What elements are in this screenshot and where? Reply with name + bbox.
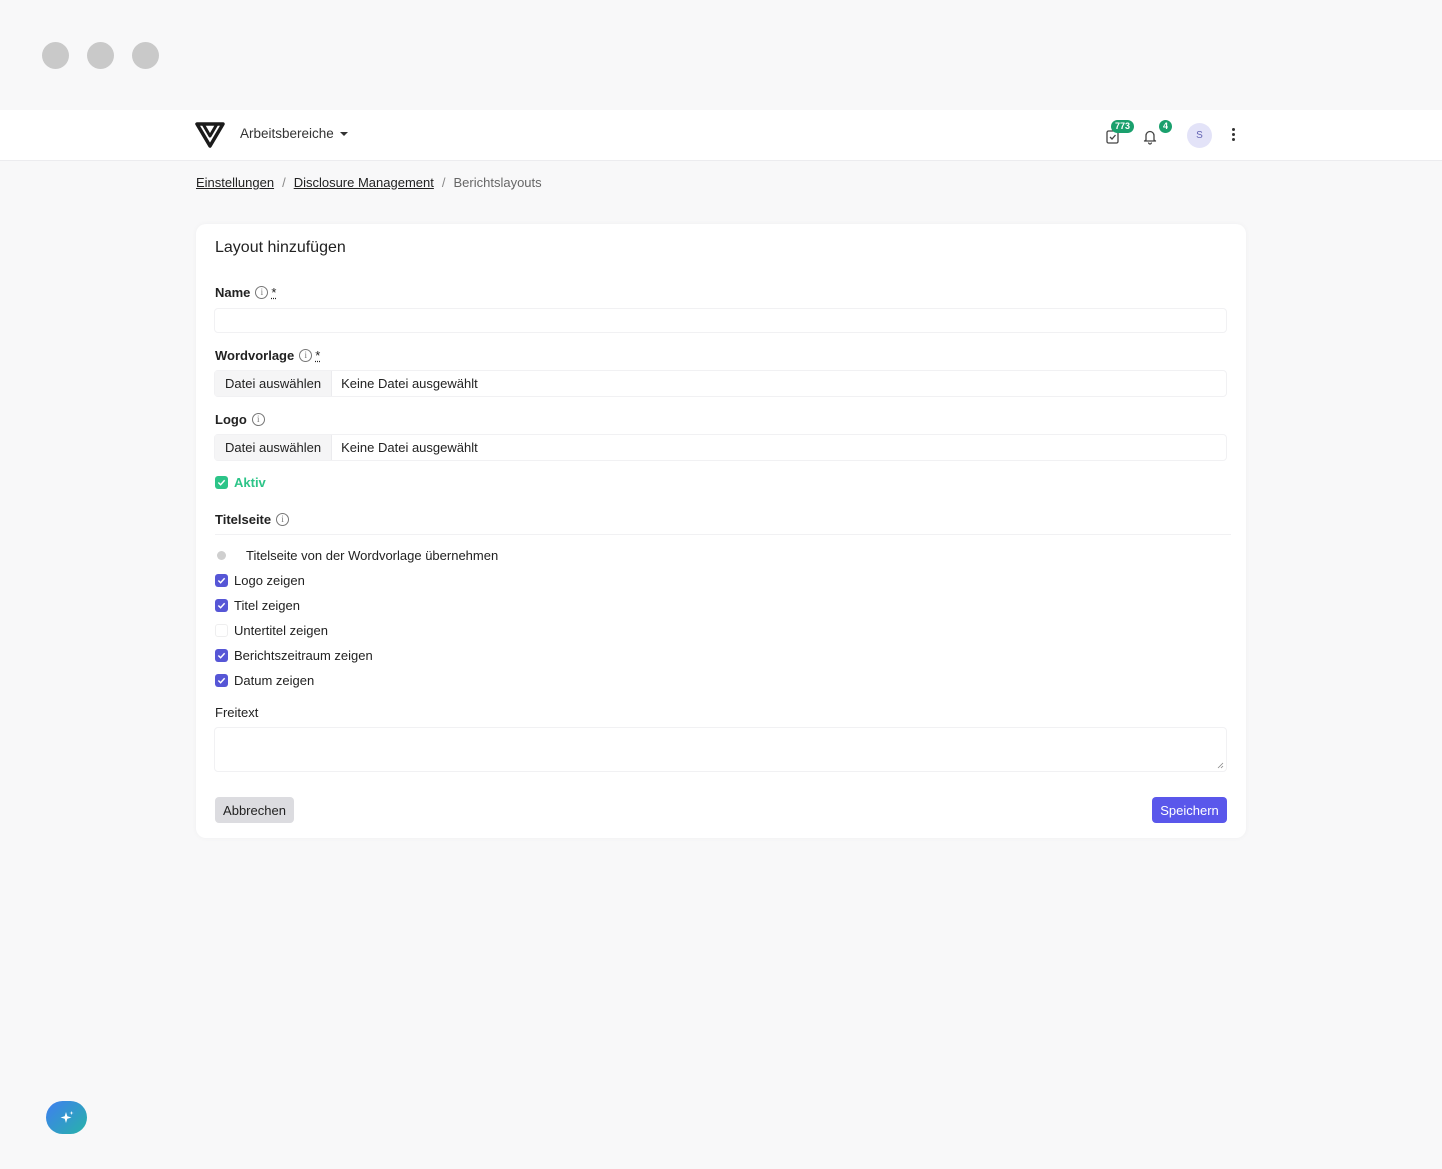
required-marker: * — [315, 348, 321, 363]
freitext-textarea[interactable] — [214, 727, 1227, 772]
aktiv-toggle[interactable]: Aktiv — [215, 475, 266, 490]
layout-form-card: Layout hinzufügen Name i * Wordvorlage i… — [196, 224, 1246, 838]
breadcrumb: Einstellungen / Disclosure Management / … — [196, 175, 542, 190]
wordvorlage-choose-file-button[interactable]: Datei auswählen — [215, 371, 333, 396]
ai-assistant-button[interactable] — [46, 1101, 87, 1134]
check-icon — [217, 602, 226, 609]
name-input[interactable] — [214, 308, 1227, 333]
workspace-dropdown[interactable]: Arbeitsbereiche — [240, 126, 348, 141]
window-close-dot[interactable] — [42, 42, 69, 69]
berichtszeitraum-zeigen-checkbox[interactable] — [215, 649, 228, 662]
info-icon[interactable]: i — [251, 413, 265, 426]
bell-icon[interactable] — [1140, 126, 1160, 146]
option-logo-zeigen[interactable]: Logo zeigen — [215, 573, 305, 588]
logo-file-name: Keine Datei ausgewählt — [341, 440, 478, 455]
logo-zeigen-checkbox[interactable] — [215, 574, 228, 587]
wordvorlage-label: Wordvorlage i * — [215, 348, 320, 363]
titelseite-radio-label: Titelseite von der Wordvorlage übernehme… — [246, 548, 499, 563]
sparkle-icon — [60, 1110, 74, 1123]
datum-zeigen-label: Datum zeigen — [234, 673, 315, 688]
titelseite-label: Titelseite i — [215, 512, 290, 527]
top-navbar: Arbeitsbereiche 773 4 S — [0, 110, 1442, 161]
window-minimize-dot[interactable] — [87, 42, 114, 69]
untertitel-zeigen-label: Untertitel zeigen — [234, 623, 328, 638]
logo-file-input[interactable]: Datei auswählen Keine Datei ausgewählt — [214, 434, 1227, 461]
wordvorlage-file-name: Keine Datei ausgewählt — [341, 376, 478, 391]
logo-label: Logo i — [215, 412, 265, 427]
untertitel-zeigen-checkbox[interactable] — [215, 624, 228, 637]
wordvorlage-file-input[interactable]: Datei auswählen Keine Datei ausgewählt — [214, 370, 1227, 397]
brand-logo-icon[interactable] — [195, 120, 225, 148]
titel-zeigen-checkbox[interactable] — [215, 599, 228, 612]
titelseite-label-text: Titelseite — [215, 512, 272, 527]
kebab-menu-icon[interactable] — [1230, 127, 1236, 143]
notifications-count-badge: 4 — [1159, 120, 1173, 133]
breadcrumb-separator: / — [282, 175, 286, 190]
option-datum-zeigen[interactable]: Datum zeigen — [215, 673, 314, 688]
option-untertitel-zeigen[interactable]: Untertitel zeigen — [215, 623, 328, 638]
datum-zeigen-checkbox[interactable] — [215, 674, 228, 687]
option-berichtszeitraum-zeigen[interactable]: Berichtszeitraum zeigen — [215, 648, 373, 663]
window-maximize-dot[interactable] — [132, 42, 159, 69]
workspace-label: Arbeitsbereiche — [240, 126, 334, 141]
page-title: Layout hinzufügen — [215, 239, 346, 256]
titelseite-radio-option[interactable]: Titelseite von der Wordvorlage übernehme… — [215, 548, 498, 563]
titelseite-radio[interactable] — [217, 551, 226, 560]
info-icon[interactable]: i — [299, 349, 313, 362]
logo-choose-file-button[interactable]: Datei auswählen — [215, 435, 333, 460]
aktiv-label: Aktiv — [234, 475, 266, 490]
tasks-count-badge: 773 — [1111, 120, 1135, 133]
check-icon — [217, 652, 226, 659]
berichtszeitraum-zeigen-label: Berichtszeitraum zeigen — [234, 648, 373, 663]
breadcrumb-separator: / — [441, 175, 446, 190]
window-controls — [42, 42, 159, 69]
save-button[interactable]: Speichern — [1152, 797, 1227, 823]
breadcrumb-current: Berichtslayouts — [453, 175, 542, 190]
option-titel-zeigen[interactable]: Titel zeigen — [215, 598, 300, 613]
check-icon — [217, 577, 226, 584]
info-icon[interactable]: i — [276, 513, 290, 526]
logo-zeigen-label: Logo zeigen — [234, 573, 305, 588]
breadcrumb-link-disclosure-management[interactable]: Disclosure Management — [294, 175, 434, 190]
check-icon — [217, 677, 226, 684]
name-label-text: Name — [215, 285, 251, 300]
freitext-label: Freitext — [215, 705, 259, 720]
wordvorlage-label-text: Wordvorlage — [215, 348, 295, 363]
resize-handle-icon[interactable] — [1217, 762, 1224, 769]
user-avatar[interactable]: S — [1187, 123, 1212, 148]
chevron-down-icon — [339, 131, 348, 136]
titel-zeigen-label: Titel zeigen — [234, 598, 300, 613]
section-divider — [215, 534, 1231, 535]
logo-label-text: Logo — [215, 412, 247, 427]
aktiv-checkbox[interactable] — [215, 476, 228, 489]
check-icon — [217, 479, 226, 486]
info-icon[interactable]: i — [255, 286, 269, 299]
name-label: Name i * — [215, 285, 276, 300]
breadcrumb-link-einstellungen[interactable]: Einstellungen — [196, 175, 274, 190]
required-marker: * — [271, 285, 277, 300]
cancel-button[interactable]: Abbrechen — [215, 797, 294, 823]
